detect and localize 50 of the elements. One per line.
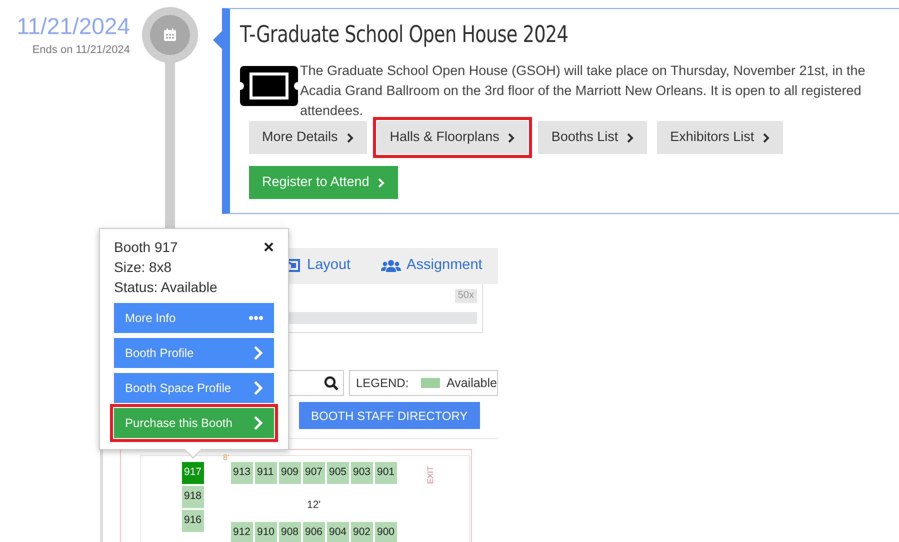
dimension-label: 12' xyxy=(307,498,321,513)
booth[interactable]: 903 xyxy=(350,461,374,485)
booth[interactable]: 917 xyxy=(181,461,205,485)
booth[interactable]: 906 xyxy=(302,521,326,542)
legend-text: Available xyxy=(446,374,497,392)
chevron-icon xyxy=(377,178,386,188)
chevron-icon xyxy=(626,132,634,142)
ellipsis-icon xyxy=(249,316,263,320)
dimension-label: 8' xyxy=(223,454,229,462)
calendar-icon xyxy=(163,28,177,42)
booth[interactable]: 916 xyxy=(181,509,205,533)
booth[interactable]: 902 xyxy=(350,521,374,542)
booth[interactable]: 904 xyxy=(326,521,350,542)
booth[interactable]: 910 xyxy=(254,521,278,542)
tab[interactable]: Assignment xyxy=(380,255,482,277)
users-icon xyxy=(380,259,401,273)
booth-status: Status: Available xyxy=(114,278,218,297)
event-title: T-Graduate School Open House 2024 xyxy=(240,21,570,49)
nav-button[interactable]: Booths List xyxy=(538,121,648,154)
booth[interactable]: 900 xyxy=(374,521,398,542)
chevron-icon xyxy=(507,132,516,142)
nav-button[interactable]: Exhibitors List xyxy=(657,121,784,154)
event-description: The Graduate School Open House (GSOH) will take place on Thursday, November 21st, in the Acadia Grand Ballroom on the 3rd floor of the Marriott New Orleans. It is open to all registered attendees. xyxy=(300,62,866,120)
legend-label: LEGEND: xyxy=(356,375,409,392)
chevron-icon xyxy=(253,346,263,360)
zoom-badge: 50x xyxy=(454,289,477,303)
booth[interactable]: 912 xyxy=(230,521,254,542)
close-button[interactable]: × xyxy=(263,238,274,256)
search-icon xyxy=(324,376,339,390)
chevron-icon xyxy=(762,132,770,142)
booth[interactable]: 901 xyxy=(374,461,398,485)
booth[interactable]: 909 xyxy=(278,461,302,485)
booth-size: Size: 8x8 xyxy=(114,258,173,277)
booth[interactable]: 918 xyxy=(181,485,205,509)
booth[interactable]: 905 xyxy=(326,461,350,485)
booth[interactable]: 908 xyxy=(278,521,302,542)
nav-button[interactable]: More Details xyxy=(249,121,367,154)
card-pointer xyxy=(213,31,222,49)
booth[interactable]: 911 xyxy=(254,461,278,485)
booth-title: Booth 917 xyxy=(114,238,178,257)
exit-label: EXIT xyxy=(424,466,436,484)
booth[interactable]: 913 xyxy=(230,461,254,485)
booth[interactable]: 907 xyxy=(302,461,326,485)
nav-button[interactable]: Halls & Floorplans xyxy=(376,121,528,154)
end-date: Ends on 11/21/2024 xyxy=(31,43,130,58)
event-date: 11/21/2024 xyxy=(16,12,130,40)
directory-button[interactable]: BOOTH STAFF DIRECTORY xyxy=(299,402,480,429)
chevron-icon xyxy=(253,381,263,395)
chevron-icon xyxy=(346,132,354,142)
chevron-icon xyxy=(253,416,263,430)
